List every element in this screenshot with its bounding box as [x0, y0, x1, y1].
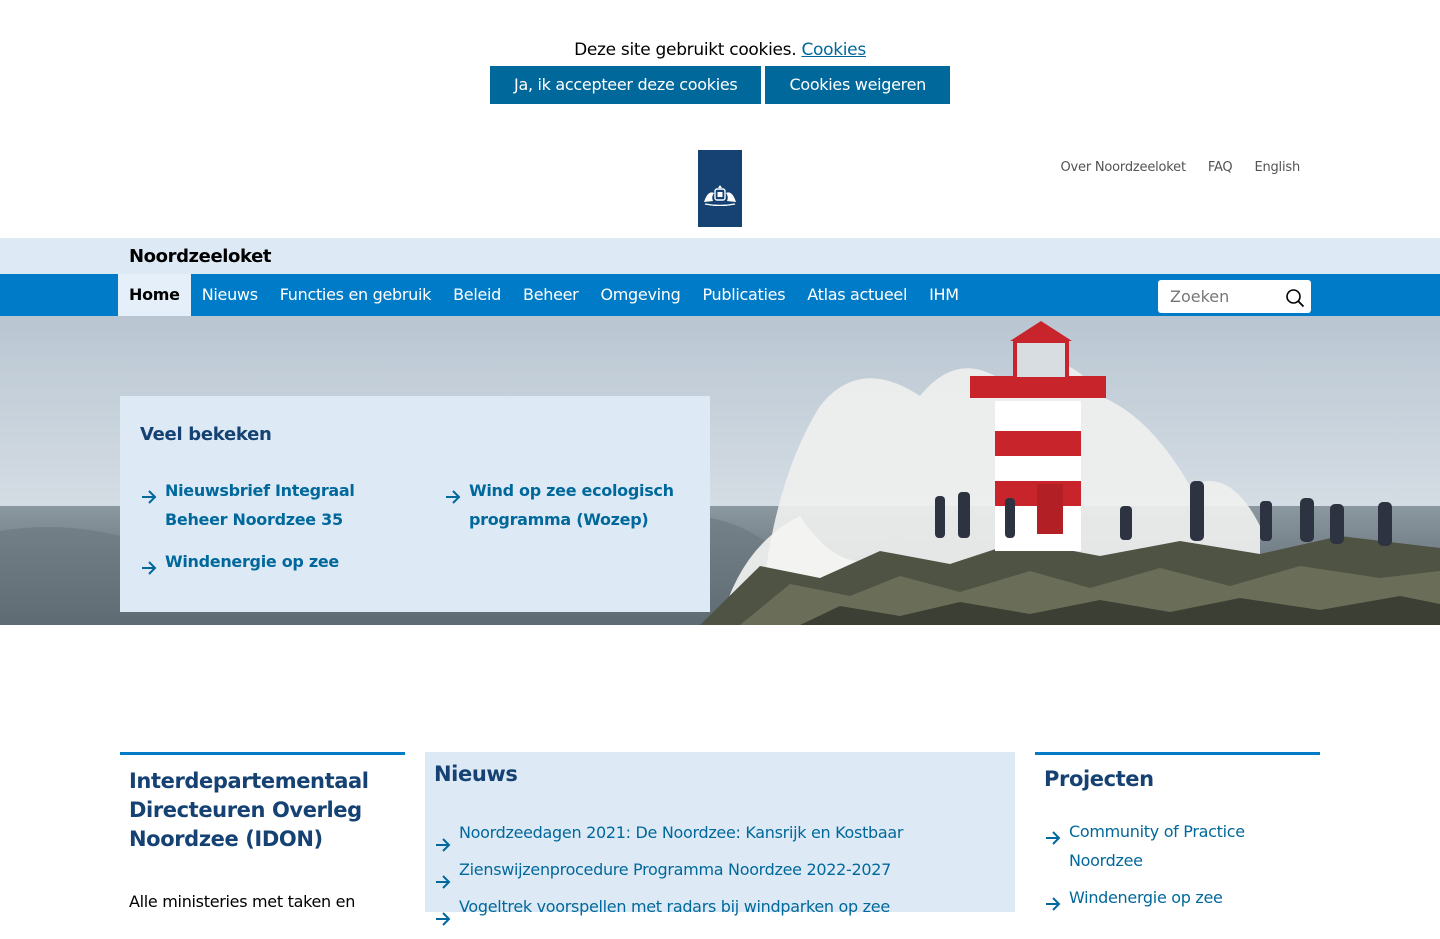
cookie-bar: Deze site gebruikt cookies. Cookies Ja, …: [0, 38, 1440, 104]
news-item[interactable]: Noordzeedagen 2021: De Noordzee: Kansrij…: [436, 814, 904, 852]
nav-item-publicaties[interactable]: Publicaties: [691, 274, 796, 316]
arrow-right-icon: [435, 902, 451, 939]
news-list: Noordzeedagen 2021: De Noordzee: Kansrij…: [436, 814, 904, 926]
idon-title-line: Directeuren Overleg: [129, 798, 362, 822]
rijksoverheid-logo[interactable]: [698, 150, 742, 227]
popular-link-line: Nieuwsbrief Integraal: [165, 481, 355, 500]
arrow-right-icon: [445, 484, 461, 513]
popular-title: Veel bekeken: [140, 424, 272, 445]
popular-panel: Veel bekeken Nieuwsbrief Integraal Behee…: [120, 396, 710, 612]
coat-of-arms-icon: [704, 185, 736, 206]
site-name[interactable]: Noordzeeloket: [129, 246, 271, 267]
projects-list: Community of Practice Noordzee Windenerg…: [1046, 817, 1309, 920]
news-item-label: Zienswijzenprocedure Programma Noordzee …: [459, 860, 892, 879]
cookie-message: Deze site gebruikt cookies. Cookies: [0, 38, 1440, 62]
popular-link-line: Wind op zee ecologisch: [469, 481, 674, 500]
util-link-english[interactable]: English: [1254, 160, 1300, 175]
arrow-right-icon: [435, 865, 451, 902]
project-item-line: Noordzee: [1069, 851, 1143, 870]
popular-link-windenergie[interactable]: Windenergie op zee: [142, 547, 339, 576]
util-link-about[interactable]: Over Noordzeeloket: [1061, 160, 1187, 175]
util-link-faq[interactable]: FAQ: [1208, 160, 1233, 175]
nav-item-beleid[interactable]: Beleid: [442, 274, 512, 316]
popular-link-nieuwsbrief[interactable]: Nieuwsbrief Integraal Beheer Noordzee 35: [142, 476, 355, 534]
idon-title-line: Noordzee (IDON): [129, 827, 323, 851]
news-item[interactable]: Zienswijzenprocedure Programma Noordzee …: [436, 851, 903, 889]
popular-link-line: programma (Wozep): [469, 510, 649, 529]
search-box: [1158, 280, 1311, 313]
nav-item-ihm[interactable]: IHM: [918, 274, 970, 316]
nav-item-beheer[interactable]: Beheer: [512, 274, 589, 316]
news-item-label: Noordzeedagen 2021: De Noordzee: Kansrij…: [459, 823, 904, 842]
project-item-line: Community of Practice: [1069, 822, 1245, 841]
nav-items: Home Nieuws Functies en gebruik Beleid B…: [118, 274, 970, 316]
nav-item-atlas[interactable]: Atlas actueel: [796, 274, 918, 316]
arrow-right-icon: [141, 484, 157, 513]
search-icon[interactable]: [1285, 288, 1305, 312]
arrow-right-icon: [141, 555, 157, 584]
cookie-buttons: Ja, ik accepteer deze cookies Cookies we…: [0, 66, 1440, 104]
idon-block: Interdepartementaal Directeuren Overleg …: [120, 752, 405, 911]
projects-title[interactable]: Projecten: [1044, 767, 1320, 791]
utility-nav: Over Noordzeeloket FAQ English: [1061, 160, 1301, 175]
cookie-message-text: Deze site gebruikt cookies.: [574, 40, 797, 60]
decline-cookies-button[interactable]: Cookies weigeren: [765, 66, 950, 104]
projects-block: Projecten Community of Practice Noordzee…: [1035, 752, 1320, 911]
nav-item-omgeving[interactable]: Omgeving: [589, 274, 691, 316]
search-input[interactable]: [1158, 280, 1280, 313]
news-block: Nieuws Noordzeedagen 2021: De Noordzee: …: [425, 752, 1015, 926]
project-item-line: Windenergie op zee: [1069, 888, 1223, 907]
accept-cookies-button[interactable]: Ja, ik accepteer deze cookies: [490, 66, 762, 104]
arrow-right-icon: [1045, 891, 1061, 920]
idon-title-line: Interdepartementaal: [129, 769, 369, 793]
nav-item-nieuws[interactable]: Nieuws: [191, 274, 269, 316]
arrow-right-icon: [1045, 825, 1061, 854]
popular-link-line: Beheer Noordzee 35: [165, 510, 343, 529]
popular-link-wozep[interactable]: Wind op zee ecologisch programma (Wozep): [446, 476, 674, 534]
project-item[interactable]: Windenergie op zee: [1046, 883, 1309, 912]
popular-link-line: Windenergie op zee: [165, 552, 339, 571]
news-item[interactable]: Vogeltrek voorspellen met radars bij win…: [436, 888, 903, 926]
idon-title[interactable]: Interdepartementaal Directeuren Overleg …: [129, 767, 405, 854]
site-name-bar: Noordzeeloket: [0, 238, 1440, 274]
project-item[interactable]: Community of Practice Noordzee: [1046, 817, 1309, 875]
main-nav: Home Nieuws Functies en gebruik Beleid B…: [0, 274, 1440, 316]
news-title[interactable]: Nieuws: [434, 762, 1015, 786]
cookie-link[interactable]: Cookies: [801, 40, 866, 60]
idon-intro: Alle ministeries met taken en: [129, 892, 356, 911]
nav-item-functies[interactable]: Functies en gebruik: [269, 274, 442, 316]
nav-item-home[interactable]: Home: [118, 274, 191, 316]
arrow-right-icon: [435, 828, 451, 865]
